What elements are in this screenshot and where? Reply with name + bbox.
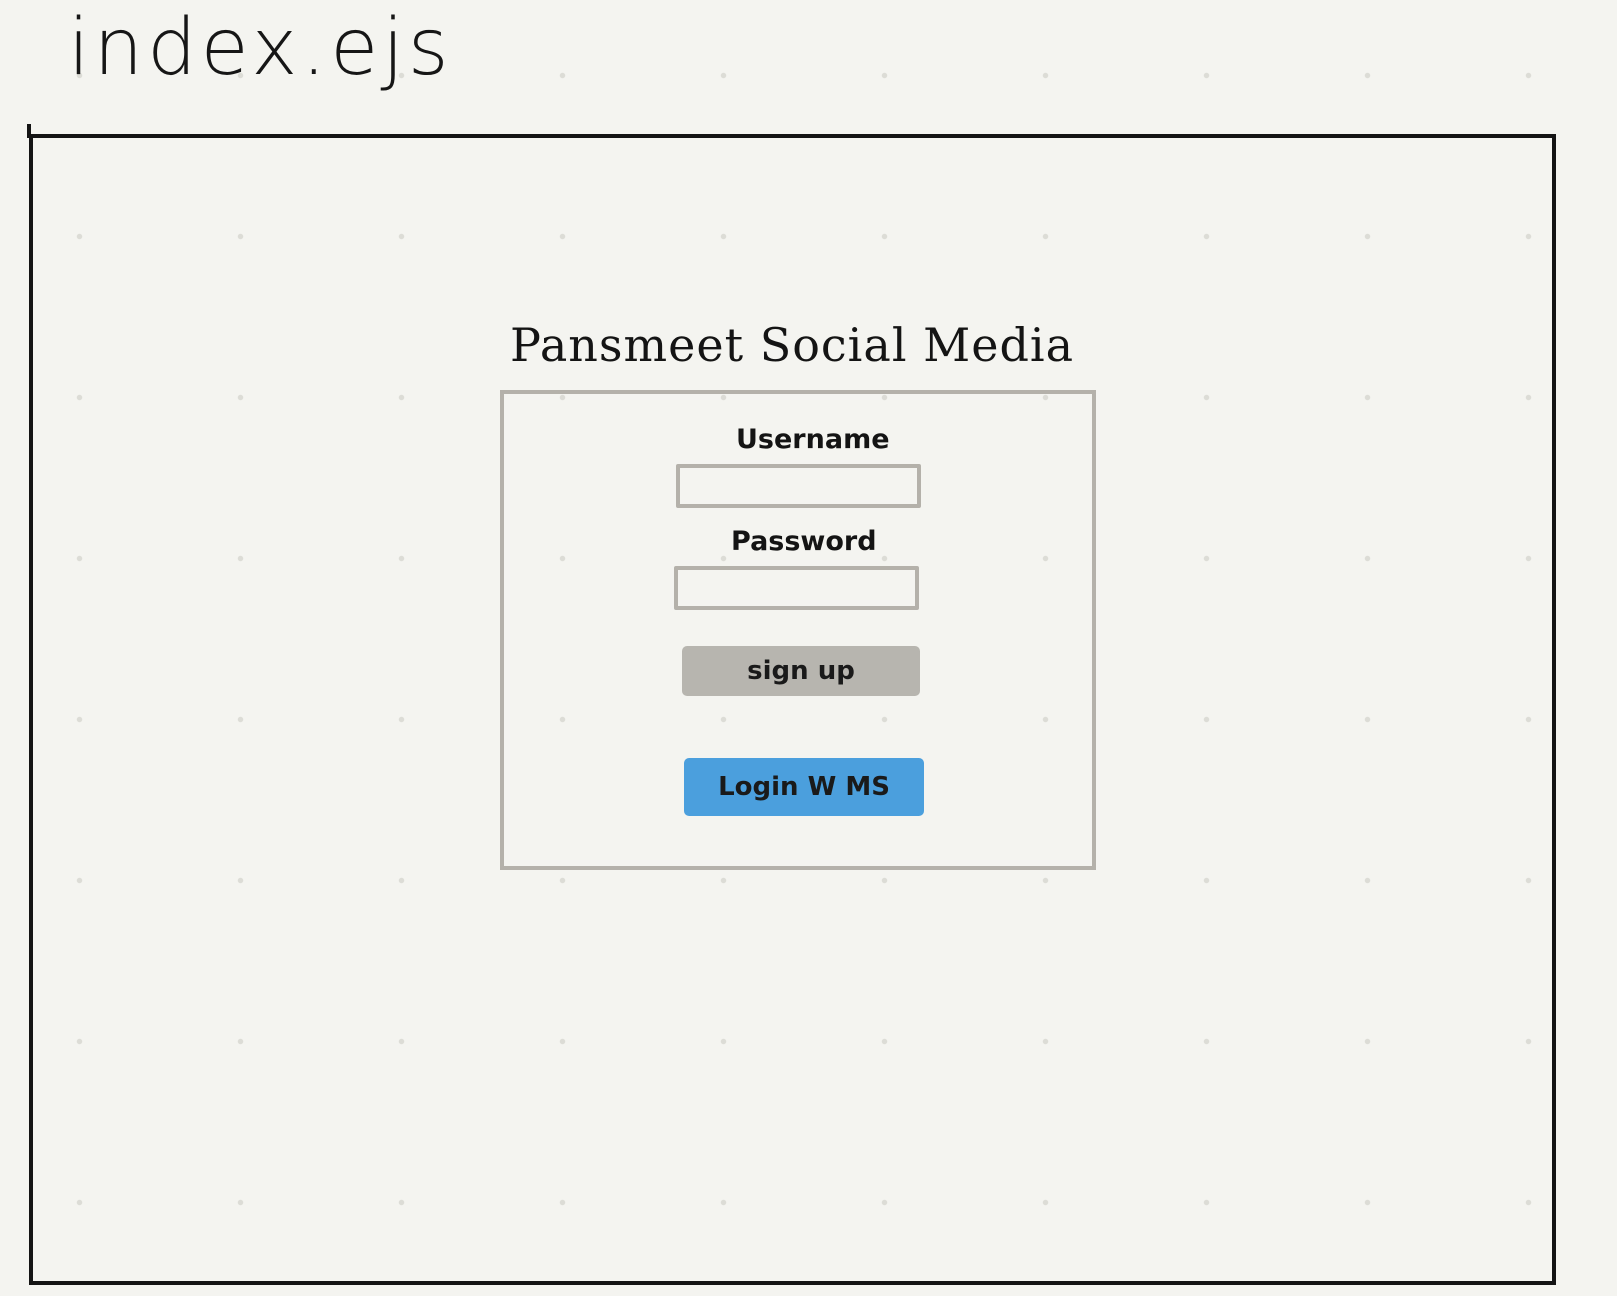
username-label: Username	[736, 424, 890, 455]
login-with-ms-button[interactable]: Login W MS	[684, 758, 924, 816]
login-card: Username Password sign up Login W MS	[500, 390, 1096, 870]
file-title: index.ejs	[68, 3, 453, 93]
password-label: Password	[731, 526, 877, 557]
sign-up-button[interactable]: sign up	[682, 646, 920, 696]
app-title: Pansmeet Social Media	[510, 318, 1075, 372]
password-input[interactable]	[674, 566, 919, 610]
username-input[interactable]	[676, 464, 921, 508]
